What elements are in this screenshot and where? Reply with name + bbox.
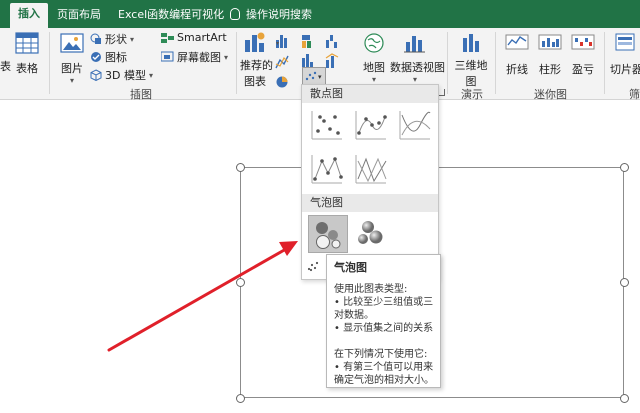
red-annotation-arrow (107, 241, 298, 352)
